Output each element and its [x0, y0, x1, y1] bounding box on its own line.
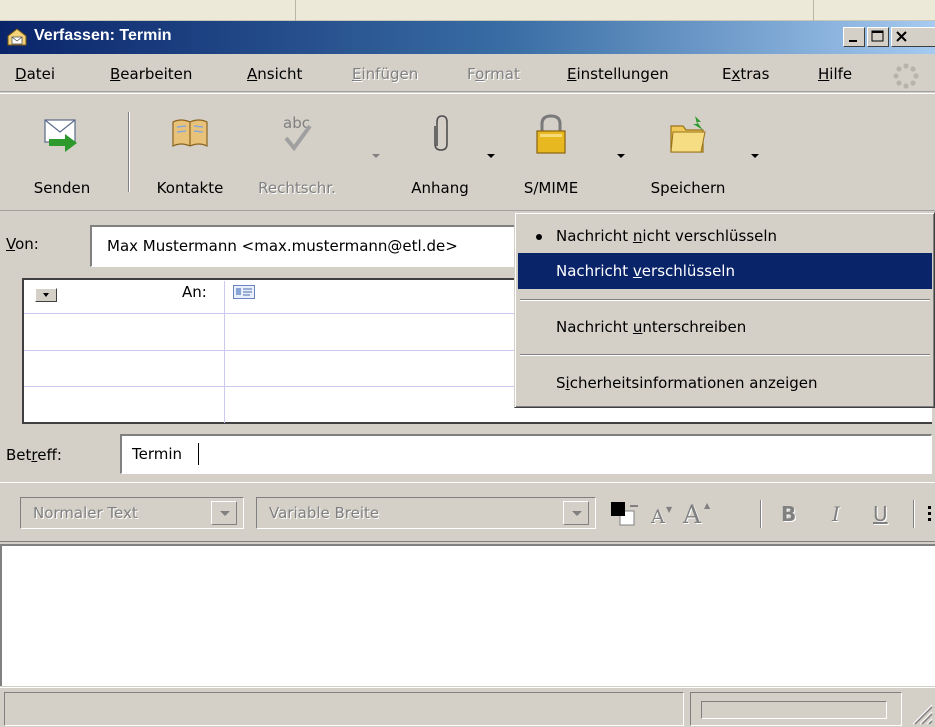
menu-hilfe[interactable]: Hilfe — [818, 65, 852, 83]
font-dropdown-button[interactable] — [563, 501, 589, 525]
font-select[interactable]: Variable Breite — [256, 497, 596, 529]
from-label: Von: — [6, 235, 39, 253]
paragraph-style-select[interactable]: Normaler Text — [20, 497, 244, 529]
from-value: Max Mustermann <max.mustermann@etl.de> — [107, 237, 458, 255]
progress-meter — [701, 701, 887, 719]
smime-button[interactable]: S/MIME — [506, 108, 596, 198]
menu-item-encrypt[interactable]: Nachricht verschlüsseln — [518, 253, 932, 289]
menu-ansicht[interactable]: Ansicht — [247, 65, 302, 83]
send-button[interactable]: Senden — [6, 108, 118, 198]
menu-item-label: Nachricht nicht verschlüsseln — [556, 227, 778, 245]
attach-dropdown-arrow[interactable] — [487, 154, 495, 158]
send-label: Senden — [33, 179, 91, 197]
spellcheck-icon: abc — [283, 114, 312, 152]
italic-button[interactable]: I — [832, 502, 840, 526]
recipient-column-divider — [224, 281, 225, 423]
status-security-panel — [690, 692, 902, 726]
spellcheck-dropdown-arrow[interactable] — [372, 154, 380, 158]
smaller-text-button[interactable]: A — [651, 506, 665, 528]
menu-item-security-info[interactable]: Sicherheitsinformationen anzeigen — [518, 365, 932, 401]
larger-arrow-icon: ▲ — [704, 501, 711, 510]
strip-separator — [813, 0, 814, 21]
checked-bullet-icon — [536, 234, 542, 240]
menu-separator — [520, 354, 930, 356]
maximize-button[interactable] — [867, 27, 889, 47]
window-title: Verfassen: Termin — [34, 27, 172, 44]
subject-input[interactable] — [120, 434, 932, 474]
toolbar-divider — [128, 112, 130, 192]
paperclip-icon — [434, 115, 448, 151]
contacts-button[interactable]: Kontakte — [140, 108, 240, 198]
larger-text-button[interactable]: A — [683, 500, 701, 529]
font-value: Variable Breite — [269, 504, 380, 522]
minimize-button[interactable] — [843, 27, 865, 47]
menu-einfuegen[interactable]: Einfügen — [352, 65, 418, 83]
activity-throbber-icon — [893, 63, 919, 89]
spellcheck-button[interactable]: abc Rechtschr. — [242, 108, 352, 198]
menu-item-label: Nachricht verschlüsseln — [556, 262, 735, 280]
menu-item-sign[interactable]: Nachricht unterschreiben — [518, 309, 932, 345]
smime-label: S/MIME — [523, 179, 579, 197]
menu-separator — [520, 299, 930, 301]
address-book-icon — [172, 119, 208, 147]
menu-item-label: Nachricht unterschreiben — [556, 318, 747, 336]
send-icon — [44, 119, 77, 152]
save-folder-icon — [670, 116, 706, 153]
strip-separator — [295, 0, 296, 21]
save-label: Speichern — [650, 179, 726, 197]
menu-item-label: Sicherheitsinformationen anzeigen — [556, 374, 818, 392]
recipient-type-label: An: — [182, 283, 207, 301]
paragraph-style-value: Normaler Text — [33, 504, 138, 522]
background-window-strip — [0, 0, 935, 21]
format-separator — [760, 500, 762, 528]
contacts-label: Kontakte — [156, 179, 224, 197]
message-body-editor[interactable] — [0, 544, 935, 686]
status-text-panel — [4, 692, 684, 726]
lock-icon — [536, 114, 566, 154]
minimize-icon — [849, 40, 857, 42]
paragraph-style-dropdown-button[interactable] — [211, 501, 237, 525]
save-dropdown-arrow[interactable] — [751, 154, 759, 158]
text-color-picker-icon[interactable] — [608, 499, 642, 533]
subject-label: Betreff: — [6, 446, 62, 464]
toolbar-overflow-icon[interactable] — [926, 504, 934, 524]
underline-button[interactable]: U — [873, 502, 888, 526]
subject-value: Termin — [132, 445, 183, 463]
menu-einstellungen[interactable]: Einstellungen — [567, 65, 669, 83]
attach-button[interactable]: Anhang — [396, 108, 484, 198]
menu-extras[interactable]: Extras — [722, 65, 769, 83]
menu-bearbeiten[interactable]: Bearbeiten — [110, 65, 192, 83]
recipient-type-dropdown[interactable] — [35, 288, 57, 302]
maximize-icon — [871, 30, 884, 42]
smime-dropdown-menu: Nachricht nicht verschlüsseln Nachricht … — [514, 212, 935, 408]
menu-item-do-not-encrypt[interactable]: Nachricht nicht verschlüsseln — [518, 218, 932, 254]
menu-datei[interactable]: Datei — [15, 65, 55, 83]
resize-grip-icon[interactable] — [905, 697, 933, 725]
attach-label: Anhang — [411, 179, 469, 197]
compose-app-icon — [7, 28, 27, 46]
save-button[interactable]: Speichern — [636, 108, 740, 198]
close-button[interactable] — [891, 27, 935, 47]
smaller-arrow-icon: ▼ — [666, 505, 673, 514]
bold-button[interactable]: B — [781, 502, 796, 526]
menu-format[interactable]: Format — [467, 65, 520, 83]
close-icon — [896, 31, 907, 42]
address-card-icon — [233, 285, 255, 299]
menu-bar: Datei Bearbeiten Ansicht Einfügen Format… — [0, 54, 935, 92]
smime-dropdown-arrow[interactable] — [617, 154, 625, 158]
title-bar[interactable]: Verfassen: Termin — [0, 21, 935, 54]
format-separator — [913, 500, 915, 528]
spellcheck-label: Rechtschr. — [258, 179, 336, 197]
text-caret — [198, 443, 199, 465]
